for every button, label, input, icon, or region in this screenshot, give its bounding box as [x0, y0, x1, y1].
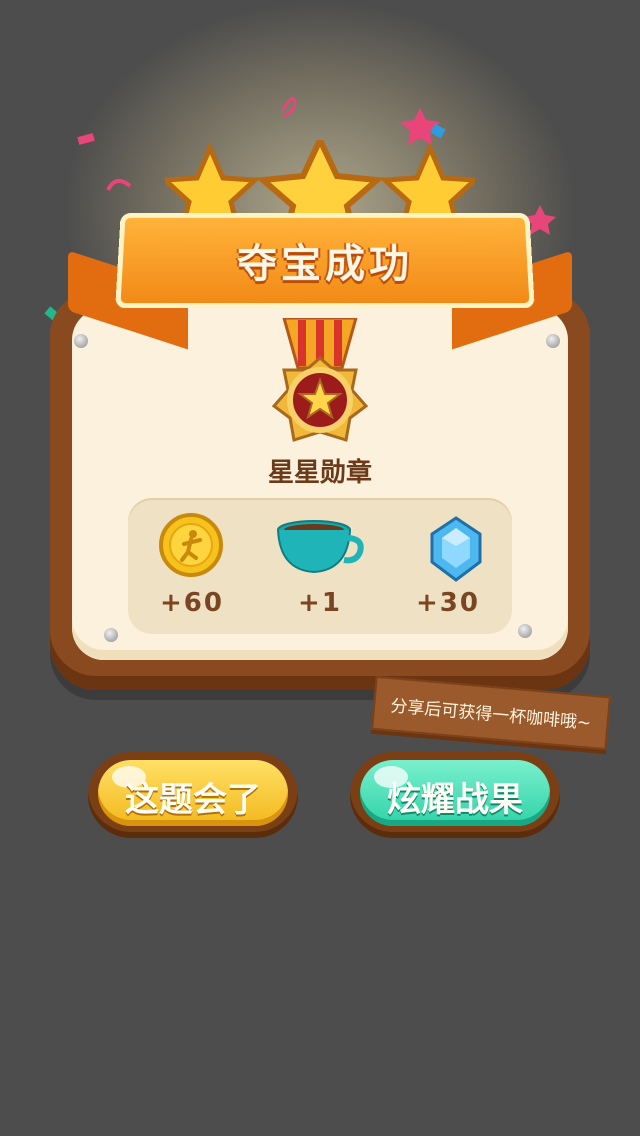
reward-value: +60: [128, 588, 256, 618]
show-off-button[interactable]: 炫耀战果: [350, 752, 560, 838]
title-ribbon: 夺宝成功: [115, 213, 535, 308]
nail-icon: [104, 628, 118, 642]
show-off-button-face[interactable]: 炫耀战果: [360, 760, 550, 826]
nail-icon: [518, 624, 532, 638]
share-hint-sign: 分享后可获得一杯咖啡哦~: [371, 676, 611, 750]
reward-panel: +60 +1 +30: [128, 498, 512, 634]
coffee-cup-icon: [276, 520, 366, 578]
nail-icon: [546, 334, 560, 348]
share-hint-text: 分享后可获得一杯咖啡哦~: [374, 690, 607, 735]
reward-value: +1: [256, 588, 384, 618]
got-it-button-face[interactable]: 这题会了: [98, 760, 288, 826]
show-off-label: 炫耀战果: [360, 772, 550, 821]
reward-diamond: +30: [384, 498, 512, 634]
reward-coffee: +1: [256, 498, 384, 634]
gold-coin-icon: [158, 512, 224, 578]
star-medal-icon: [262, 318, 378, 450]
got-it-button[interactable]: 这题会了: [88, 752, 298, 838]
diamond-icon: [430, 516, 482, 582]
result-title: 夺宝成功: [121, 232, 528, 289]
reward-value: +30: [384, 588, 512, 618]
reward-coin: +60: [128, 498, 256, 634]
nail-icon: [74, 334, 88, 348]
medal-name: 星星勋章: [0, 452, 640, 489]
got-it-label: 这题会了: [98, 772, 288, 821]
